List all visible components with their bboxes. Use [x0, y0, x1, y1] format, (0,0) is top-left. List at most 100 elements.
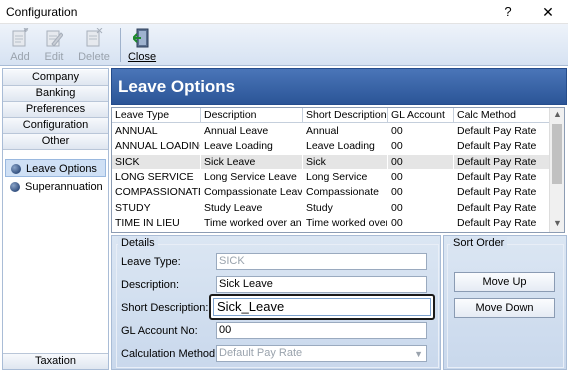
- help-button[interactable]: ?: [495, 2, 521, 22]
- table-row[interactable]: COMPASSIONATE Compassionate Leave Compassi…: [112, 185, 550, 201]
- cell-gl-account: 00: [388, 154, 454, 170]
- scroll-thumb[interactable]: [552, 124, 562, 184]
- cell-description: Long Service Leave: [201, 169, 303, 185]
- nav-item-label: Superannuation: [25, 181, 103, 193]
- cell-leave-type: ANNUAL LOADING: [112, 139, 201, 155]
- delete-button[interactable]: Delete: [76, 26, 112, 64]
- delete-document-icon: [86, 28, 103, 47]
- column-header-short-description[interactable]: Short Description: [303, 108, 388, 123]
- cell-calc-method: Default Pay Rate: [454, 185, 550, 201]
- cell-description: Leave Loading: [201, 139, 303, 155]
- cell-gl-account: 00: [388, 185, 454, 201]
- cell-calc-method: Default Pay Rate: [454, 154, 550, 170]
- close-button[interactable]: Close: [124, 26, 160, 64]
- sort-order-group-label: Sort Order: [450, 237, 508, 249]
- cell-leave-type: LONG SERVICE: [112, 169, 201, 185]
- cell-short-description: Compassionate: [303, 185, 388, 201]
- cell-description: Time worked over and: [201, 215, 303, 231]
- nav-item-superannuation[interactable]: Superannuation: [5, 178, 106, 196]
- column-header-gl-account[interactable]: GL Account: [388, 108, 454, 123]
- description-field[interactable]: Sick Leave: [216, 276, 427, 293]
- page-title: Leave Options: [118, 77, 236, 96]
- nav-taxation[interactable]: Taxation: [3, 353, 108, 369]
- calculation-method-label: Calculation Method:: [121, 348, 219, 360]
- leave-type-field[interactable]: SICK: [216, 253, 427, 270]
- table-row[interactable]: LONG SERVICE Long Service Leave Long Servi…: [112, 169, 550, 185]
- cell-description: Study Leave: [201, 200, 303, 216]
- calculation-method-value: Default Pay Rate: [219, 347, 303, 359]
- cell-gl-account: 00: [388, 215, 454, 231]
- move-down-button[interactable]: Move Down: [454, 298, 555, 318]
- nav-item-leave-options[interactable]: Leave Options: [5, 159, 106, 177]
- close-label: Close: [127, 51, 157, 63]
- table-row[interactable]: TIME IN LIEU Time worked over and Time wor…: [112, 215, 550, 231]
- window-title: Configuration: [6, 5, 78, 19]
- cell-short-description: Leave Loading: [303, 139, 388, 155]
- table-row[interactable]: ANNUAL Annual Leave Annual 00 Default Pay Ra…: [112, 124, 550, 139]
- exit-door-icon: [133, 28, 149, 48]
- short-description-field[interactable]: Sick_Leave: [213, 298, 431, 316]
- leave-options-table[interactable]: Leave Type Description Short Description…: [111, 107, 565, 233]
- cell-gl-account: 00: [388, 169, 454, 185]
- column-header-description[interactable]: Description: [201, 108, 303, 123]
- chevron-down-icon: ▼: [414, 349, 423, 359]
- toolbar: Add Edit Delete Close: [0, 24, 568, 66]
- table-row[interactable]: ANNUAL LOADING Leave Loading Leave Loading…: [112, 139, 550, 155]
- cell-short-description: Study: [303, 200, 388, 216]
- edit-button[interactable]: Edit: [36, 26, 72, 64]
- cell-gl-account: 00: [388, 200, 454, 216]
- cell-leave-type: SICK: [112, 154, 201, 170]
- add-document-icon: [12, 28, 29, 47]
- vertical-scrollbar[interactable]: ▲ ▼: [549, 108, 564, 232]
- bullet-icon: [10, 182, 20, 192]
- section-header: Leave Options: [111, 68, 567, 105]
- cell-description: Annual Leave: [201, 124, 303, 139]
- nav-configuration[interactable]: Configuration: [3, 118, 108, 134]
- nav-preferences[interactable]: Preferences: [3, 102, 108, 118]
- nav-other[interactable]: Other: [3, 134, 108, 150]
- nav-item-label: Leave Options: [26, 163, 97, 175]
- cell-leave-type: STUDY: [112, 200, 201, 216]
- cell-leave-type: COMPASSIONATE: [112, 185, 201, 201]
- cell-calc-method: Default Pay Rate: [454, 200, 550, 216]
- short-description-highlight: Sick_Leave: [209, 294, 435, 320]
- scroll-up-icon[interactable]: ▲: [553, 109, 562, 119]
- column-header-calc-method[interactable]: Calc Method: [454, 108, 550, 123]
- bullet-icon: [11, 164, 21, 174]
- move-up-button[interactable]: Move Up: [454, 272, 555, 292]
- toolbar-separator: [120, 28, 121, 62]
- leave-type-label: Leave Type:: [121, 256, 181, 268]
- cell-calc-method: Default Pay Rate: [454, 139, 550, 155]
- delete-label: Delete: [78, 51, 110, 63]
- cell-short-description: Long Service: [303, 169, 388, 185]
- cell-calc-method: Default Pay Rate: [454, 124, 550, 139]
- description-label: Description:: [121, 279, 180, 291]
- details-group-label: Details: [118, 237, 158, 249]
- cell-description: Sick Leave: [201, 154, 303, 170]
- add-label: Add: [10, 51, 30, 63]
- gl-account-label: GL Account No:: [121, 325, 198, 337]
- column-header-leave-type[interactable]: Leave Type: [112, 108, 201, 123]
- cell-leave-type: TIME IN LIEU: [112, 215, 201, 231]
- table-header: Leave Type Description Short Description…: [112, 108, 550, 123]
- window-close-button[interactable]: ✕: [535, 2, 561, 22]
- nav-banking[interactable]: Banking: [3, 86, 108, 102]
- table-row[interactable]: STUDY Study Leave Study 00 Default Pay Rate: [112, 200, 550, 216]
- table-row[interactable]: SICK Sick Leave Sick 00 Default Pay Rate: [112, 154, 550, 170]
- cell-gl-account: 00: [388, 139, 454, 155]
- cell-leave-type: ANNUAL: [112, 124, 201, 139]
- title-bar: Configuration ? ✕: [0, 0, 568, 24]
- nav-company[interactable]: Company: [3, 70, 108, 86]
- cell-short-description: Sick: [303, 154, 388, 170]
- cell-short-description: Time worked over a: [303, 215, 388, 231]
- add-button[interactable]: Add: [2, 26, 38, 64]
- cell-gl-account: 00: [388, 124, 454, 139]
- cell-calc-method: Default Pay Rate: [454, 215, 550, 231]
- left-navigation: Company Banking Preferences Configuratio…: [2, 68, 109, 370]
- edit-document-icon: [46, 30, 63, 47]
- scroll-down-icon[interactable]: ▼: [553, 218, 562, 228]
- cell-calc-method: Default Pay Rate: [454, 169, 550, 185]
- calculation-method-select[interactable]: Default Pay Rate ▼: [216, 345, 427, 362]
- cell-description: Compassionate Leave: [201, 185, 303, 201]
- gl-account-field[interactable]: 00: [216, 322, 427, 339]
